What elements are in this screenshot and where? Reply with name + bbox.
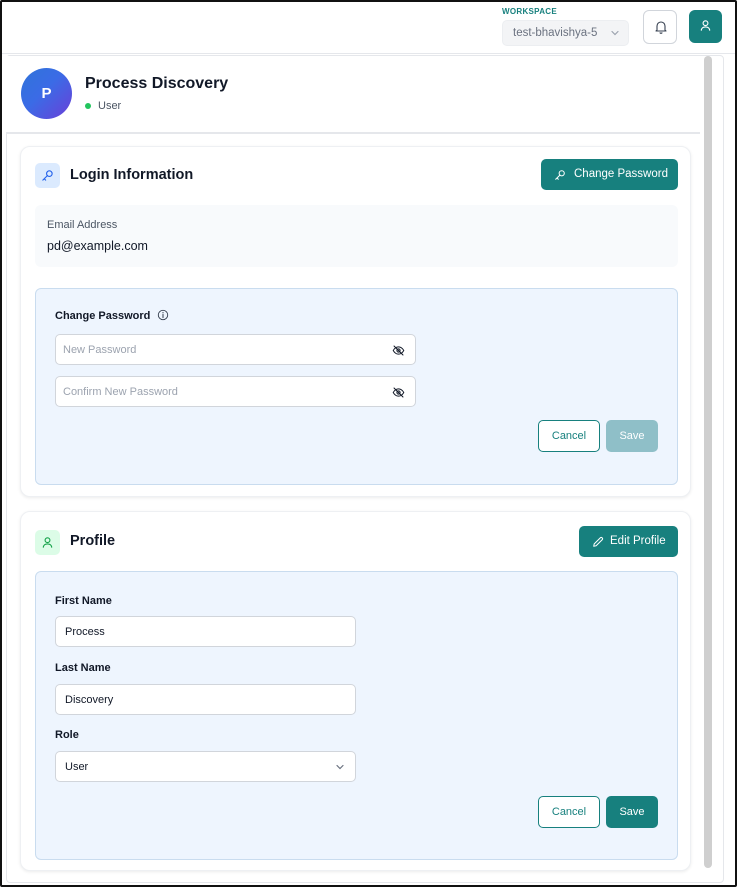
chevron-down-icon (336, 764, 344, 770)
chevron-down-icon (611, 30, 619, 36)
workspace-select[interactable]: test-bhavishya-5 (502, 20, 629, 46)
last-name-input[interactable]: Discovery (55, 684, 356, 715)
new-password-placeholder: New Password (63, 344, 137, 356)
save-password-button[interactable]: Save (606, 420, 658, 452)
change-password-panel: Change Password New Password Confirm New… (35, 288, 678, 485)
workspace-select-value: test-bhavishya-5 (513, 27, 598, 39)
profile-card-icon-badge (35, 530, 60, 555)
workspace-label: WORKSPACE (502, 7, 557, 16)
role-select-value: User (65, 761, 89, 773)
profile-title: Profile (70, 533, 116, 549)
page-title: Process Discovery (85, 75, 229, 92)
change-password-button[interactable]: Change Password (541, 159, 678, 190)
profile-form-panel: First Name Process Last Name Discovery R… (35, 571, 678, 860)
scrollbar-thumb[interactable] (704, 56, 712, 868)
login-information-title: Login Information (70, 167, 194, 183)
notifications-button[interactable] (643, 10, 677, 44)
new-password-input[interactable]: New Password (55, 334, 416, 365)
eye-off-icon[interactable] (392, 344, 405, 357)
user-role-badge: User (98, 100, 122, 112)
pencil-icon (593, 536, 604, 547)
edit-profile-button-label: Edit Profile (610, 535, 666, 547)
profile-card: Profile Edit Profile First Name Process … (20, 511, 691, 871)
role-label: Role (55, 729, 79, 741)
bell-icon (655, 21, 667, 34)
login-information-card: Login Information Change Password Email … (20, 146, 691, 497)
change-password-panel-title: Change Password (55, 309, 169, 322)
confirm-password-placeholder: Confirm New Password (63, 386, 178, 398)
key-icon (555, 170, 565, 180)
user-icon (700, 20, 711, 31)
user-icon (42, 537, 53, 548)
email-value: pd@example.com (47, 239, 148, 253)
email-label: Email Address (47, 219, 118, 231)
avatar: P (21, 68, 72, 119)
first-name-input[interactable]: Process (55, 616, 356, 647)
change-password-button-label: Change Password (574, 168, 668, 180)
last-name-label: Last Name (55, 662, 111, 674)
email-info-box: Email Address pd@example.com (35, 205, 678, 267)
top-bar: WORKSPACE test-bhavishya-5 (2, 2, 735, 54)
app-window: WORKSPACE test-bhavishya-5 P Process Dis… (0, 0, 737, 887)
user-header: P Process Discovery User (6, 56, 700, 134)
confirm-password-input[interactable]: Confirm New Password (55, 376, 416, 407)
eye-off-icon[interactable] (392, 386, 405, 399)
info-icon[interactable] (157, 309, 169, 321)
cancel-profile-button[interactable]: Cancel (538, 796, 600, 828)
key-icon (42, 170, 53, 181)
user-menu-button[interactable] (689, 10, 722, 43)
edit-profile-button[interactable]: Edit Profile (579, 526, 678, 557)
save-profile-button[interactable]: Save (606, 796, 658, 828)
first-name-label: First Name (55, 595, 112, 607)
status-dot (85, 103, 91, 109)
role-select[interactable]: User (55, 751, 356, 782)
cancel-password-button[interactable]: Cancel (538, 420, 600, 452)
login-card-icon-badge (35, 163, 60, 188)
